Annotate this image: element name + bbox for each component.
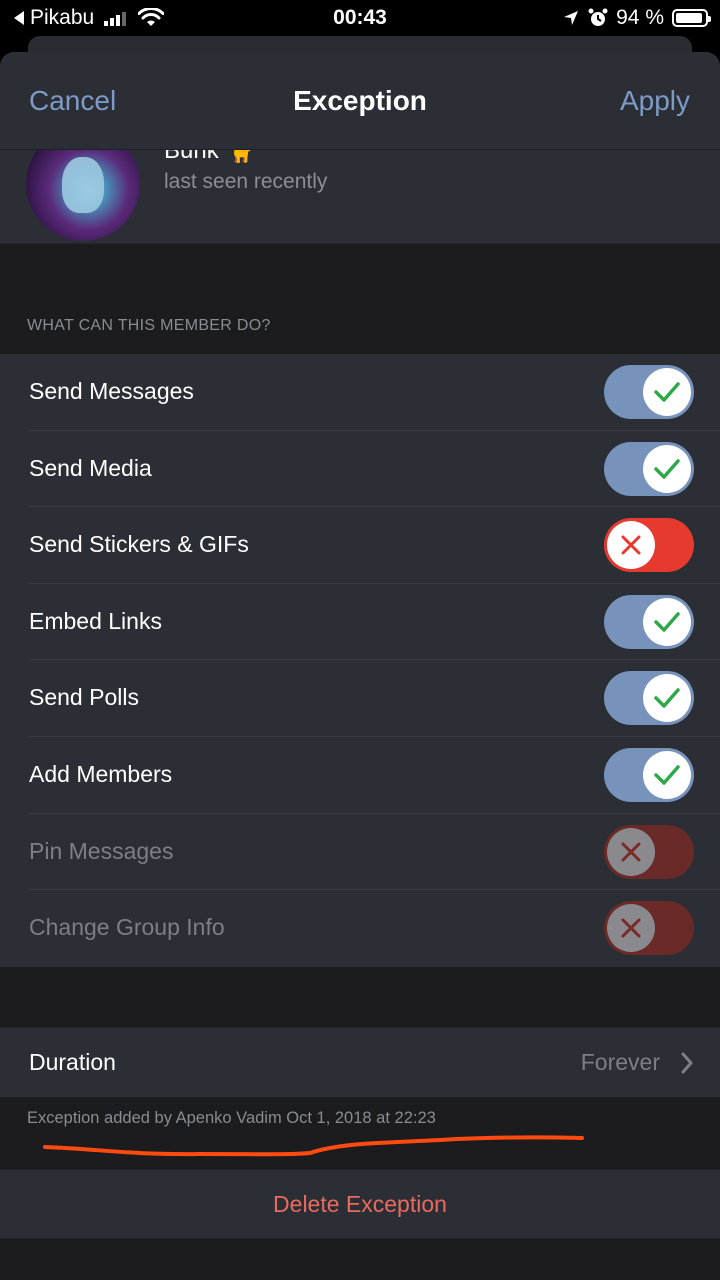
permission-row-send-media: Send Media — [0, 431, 720, 508]
alarm-icon — [588, 8, 608, 26]
member-status: last seen recently — [164, 170, 328, 193]
apply-button[interactable]: Apply — [620, 85, 690, 117]
permission-label: Send Messages — [29, 378, 194, 404]
permission-label: Change Group Info — [29, 914, 225, 941]
permission-label: Send Polls — [29, 684, 139, 711]
check-icon — [654, 688, 680, 709]
cross-icon — [621, 535, 641, 555]
exception-info-text: Exception added by Apenko Vadim Oct 1, 2… — [27, 1108, 436, 1127]
toggle-knob — [643, 674, 691, 723]
permission-row-change-group-info: Change Group Info — [0, 890, 720, 967]
avatar-cat-image — [62, 157, 104, 213]
permission-label: Send Media — [29, 454, 152, 481]
page-title: Exception — [293, 85, 427, 116]
status-right: 94 % — [562, 6, 711, 30]
permission-row-add-members: Add Members — [0, 737, 720, 814]
delete-exception-label: Delete Exception — [273, 1190, 447, 1217]
cross-icon — [621, 918, 641, 938]
spacer — [0, 244, 720, 314]
delete-exception-button[interactable]: Delete Exception — [0, 1168, 720, 1239]
toggle-add-members[interactable] — [604, 747, 694, 802]
permission-row-send-messages: Send Messages — [0, 354, 720, 431]
check-icon — [654, 765, 680, 785]
toggle-knob — [643, 597, 691, 646]
permission-label: Pin Messages — [29, 837, 174, 864]
permission-label: Add Members — [29, 760, 173, 787]
check-icon — [654, 612, 680, 632]
toggle-knob — [643, 750, 691, 799]
toggle-pin-messages — [604, 824, 694, 879]
toggle-knob — [643, 444, 691, 493]
check-icon — [654, 458, 680, 479]
cross-icon — [621, 842, 641, 862]
toggle-send-media[interactable] — [604, 441, 694, 496]
toggle-knob — [643, 368, 691, 416]
toggle-send-polls[interactable] — [604, 671, 694, 726]
toggle-embed-links[interactable] — [604, 594, 694, 649]
chevron-right-icon — [681, 1052, 693, 1074]
check-icon — [654, 382, 680, 402]
toggle-change-group-info — [604, 901, 694, 956]
duration-label: Duration — [29, 1048, 116, 1075]
member-profile[interactable]: Bunk 🐈 last seen recently — [0, 150, 720, 244]
member-name: Bunk 🐈 — [164, 150, 256, 164]
status-bar: Pikabu 00:43 94 % — [0, 0, 720, 38]
section-header: WHAT CAN THIS MEMBER DO? — [0, 314, 720, 354]
exception-sheet: Cancel Exception Apply Bunk 🐈 last seen … — [0, 52, 720, 1280]
footer-note: Exception added by Apenko Vadim Oct 1, 2… — [0, 1096, 720, 1169]
permission-row-send-polls: Send Polls — [0, 660, 720, 737]
spacer — [0, 966, 720, 1027]
duration-row[interactable]: Duration Forever — [0, 1026, 720, 1097]
location-icon — [564, 11, 579, 25]
nav-bar: Cancel Exception Apply — [0, 52, 720, 150]
battery-percent: 94 % — [616, 6, 664, 29]
permission-label: Embed Links — [29, 607, 162, 634]
duration-value: Forever — [580, 1048, 660, 1075]
red-underline-scribble — [43, 1135, 584, 1156]
permission-row-send-stickers-gifs: Send Stickers & GIFs — [0, 507, 720, 584]
permission-row-pin-messages: Pin Messages — [0, 814, 720, 891]
toggle-send-messages[interactable] — [604, 365, 694, 419]
battery-fill — [676, 13, 703, 23]
toggle-send-stickers-gifs[interactable] — [604, 518, 694, 573]
permissions-list: Send Messages Send Media Send Stickers & G… — [0, 354, 720, 967]
toggle-knob — [607, 521, 655, 570]
battery-icon — [672, 9, 711, 27]
toggle-knob — [607, 904, 655, 953]
avatar — [26, 150, 140, 241]
permission-label: Send Stickers & GIFs — [29, 531, 249, 558]
permission-row-embed-links: Embed Links — [0, 584, 720, 661]
toggle-knob — [607, 827, 655, 876]
